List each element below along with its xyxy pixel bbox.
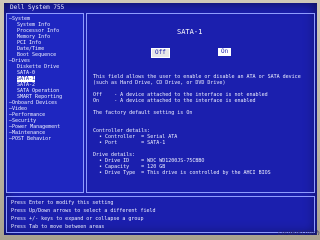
settings-tree[interactable]: ─System System Info Processor Info Memory I… bbox=[6, 13, 84, 193]
setting-detail-panel: SATA-1 Off On This field allows the user… bbox=[86, 13, 315, 193]
help-hint: Press Up/Down arrows to select a differe… bbox=[11, 208, 156, 214]
description-line: (such as Hard Drive, CD Drive, or DVD Dr… bbox=[93, 80, 226, 86]
help-footer: Press Enter to modify this setting Press … bbox=[6, 196, 315, 233]
option-on[interactable]: On bbox=[218, 48, 232, 56]
window-title: Dell System 755 bbox=[10, 4, 65, 11]
description-line: On - A device attached to the interface … bbox=[93, 98, 256, 104]
setting-title: SATA-1 bbox=[177, 28, 203, 36]
tree-item[interactable]: ─POST Behavior bbox=[9, 136, 51, 142]
help-hint: Press +/- keys to expand or collapse a g… bbox=[11, 216, 144, 222]
option-off[interactable]: Off bbox=[151, 48, 170, 58]
bios-screen: Dell System 755 ─System System Info Proces… bbox=[4, 3, 317, 235]
description-line: • Drive Type = This drive is controlled … bbox=[93, 170, 271, 176]
help-hint: Press Tab to move between areas bbox=[11, 224, 105, 230]
description-line: The factory default setting is On bbox=[93, 110, 193, 116]
description-line: • Port = SATA-1 bbox=[93, 140, 166, 146]
watermark: LordBIRDTech bbox=[278, 230, 320, 237]
help-hint: Press Enter to modify this setting bbox=[11, 200, 114, 206]
